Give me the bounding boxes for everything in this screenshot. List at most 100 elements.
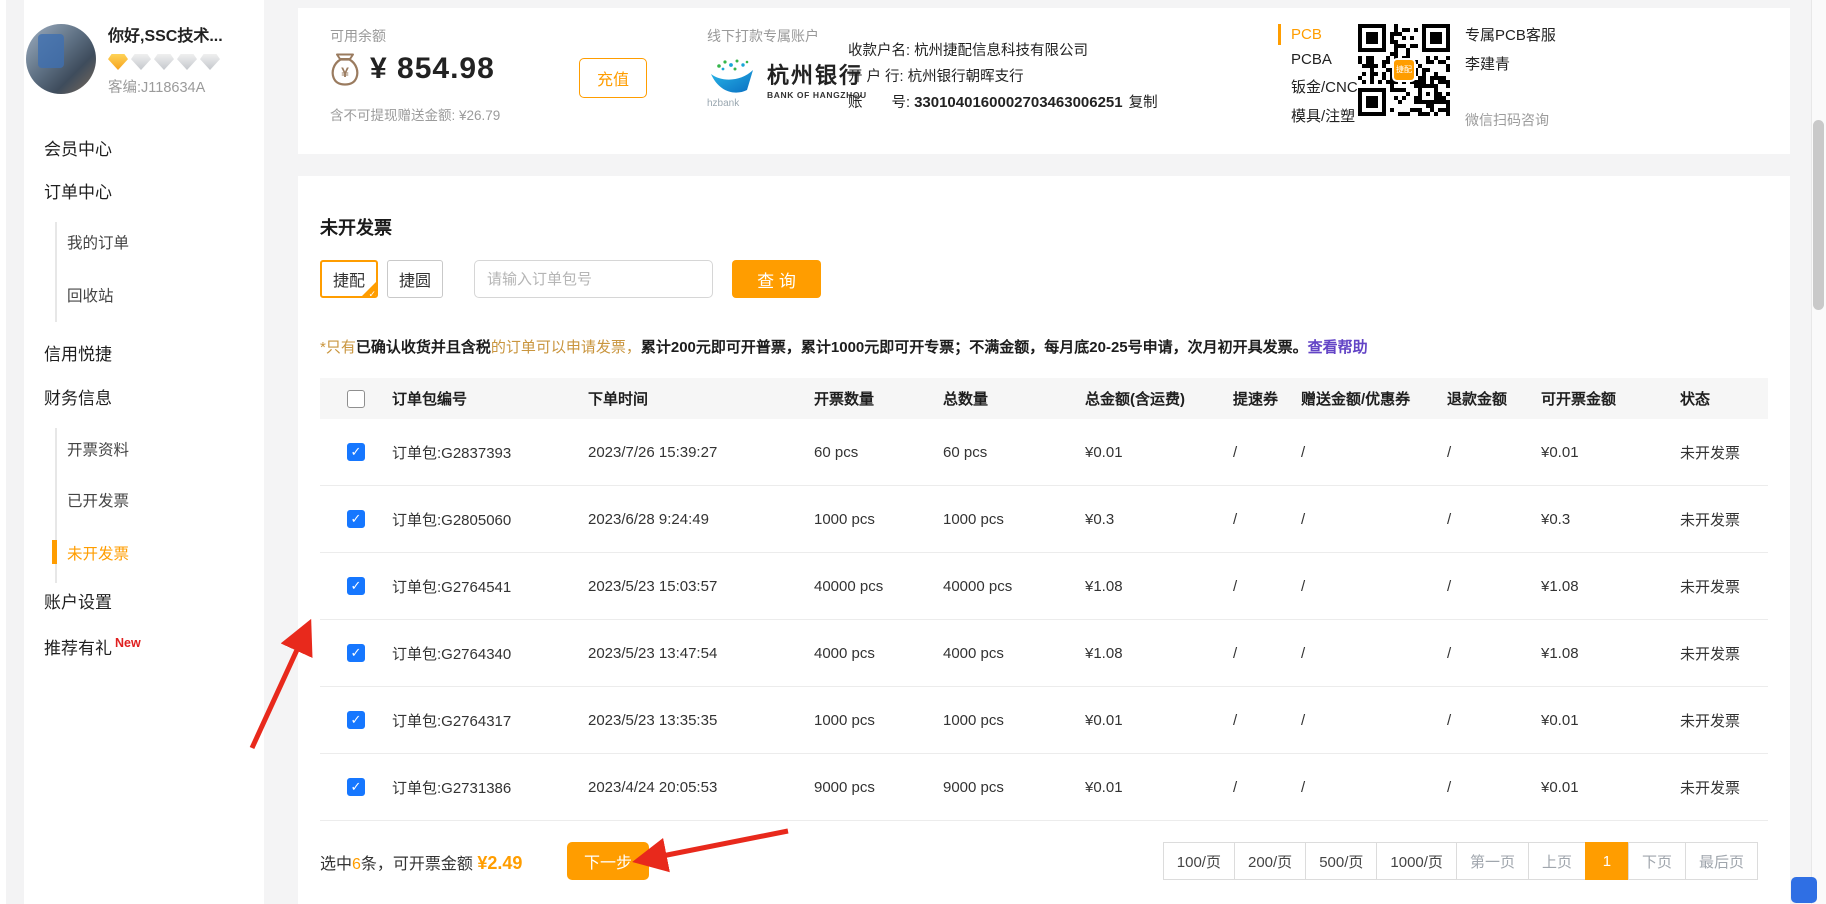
cell-total-amount: ¥0.3	[1083, 511, 1231, 528]
col-gift-coupon: 赠送金额/优惠券	[1299, 388, 1445, 409]
prev-page-button[interactable]: 上页	[1528, 842, 1586, 880]
sidebar-item-my-orders[interactable]: 我的订单	[67, 231, 129, 253]
balance-label: 可用余额	[330, 26, 386, 46]
cell-refund: /	[1445, 578, 1539, 595]
row-checkbox[interactable]	[347, 778, 365, 796]
cell-refund: /	[1445, 712, 1539, 729]
cell-speed-coupon: /	[1231, 578, 1299, 595]
uninvoiced-table: 订单包编号 下单时间 开票数量 总数量 总金额(含运费) 提速券 赠送金额/优惠…	[320, 378, 1768, 821]
cell-gift-coupon: /	[1299, 578, 1445, 595]
sidebar-item-uninvoiced[interactable]: 未开发票	[67, 542, 129, 564]
row-checkbox[interactable]	[347, 510, 365, 528]
query-button[interactable]: 查 询	[732, 260, 821, 298]
cell-order-time: 2023/6/28 9:24:49	[586, 511, 812, 528]
cell-invoice-qty: 40000 pcs	[812, 578, 941, 595]
page-title: 未开发票	[320, 214, 392, 240]
avatar[interactable]	[26, 24, 96, 94]
sidebar-item-recycle-bin[interactable]: 回收站	[67, 284, 114, 306]
account-no-label: 账 号:	[848, 95, 910, 111]
cell-refund: /	[1445, 444, 1539, 461]
page-size-500[interactable]: 500/页	[1305, 842, 1377, 880]
page-size-1000[interactable]: 1000/页	[1376, 842, 1457, 880]
col-package: 订单包编号	[390, 388, 586, 409]
view-help-link[interactable]: 查看帮助	[1308, 339, 1368, 356]
cell-gift-coupon: /	[1299, 712, 1445, 729]
page-size-200[interactable]: 200/页	[1234, 842, 1306, 880]
table-row: 订单包:G2731386 2023/4/24 20:05:53 9000 pcs…	[320, 754, 1768, 821]
tab-jiyuan[interactable]: 捷圆	[387, 260, 443, 298]
scrollbar-thumb[interactable]	[1813, 120, 1824, 310]
row-checkbox[interactable]	[347, 711, 365, 729]
active-item-indicator	[52, 540, 57, 564]
cell-total-qty: 1000 pcs	[941, 712, 1083, 729]
recharge-button[interactable]: 充值	[579, 58, 647, 98]
cell-total-amount: ¥0.01	[1083, 444, 1231, 461]
current-page-1[interactable]: 1	[1585, 842, 1629, 880]
cell-invoiceable: ¥0.01	[1539, 712, 1678, 729]
service-tab-pcb[interactable]: PCB	[1278, 24, 1358, 45]
cell-total-qty: 9000 pcs	[941, 779, 1083, 796]
page-size-100[interactable]: 100/页	[1163, 842, 1235, 880]
notice-seg1: *只有	[320, 339, 356, 356]
service-tab-sheetmetal-cnc[interactable]: 钣金/CNC	[1278, 74, 1358, 99]
user-greeting: 你好,SSC技术...	[108, 22, 256, 46]
page-scrollbar[interactable]	[1811, 0, 1826, 904]
cell-invoice-qty: 60 pcs	[812, 444, 941, 461]
bank-of-hangzhou-logo-icon	[707, 56, 759, 96]
cell-invoice-qty: 1000 pcs	[812, 712, 941, 729]
bank-logo: hzbank 杭州银行 BANK OF HANGZHOU	[707, 56, 867, 109]
cell-package: 订单包:G2764541	[390, 576, 586, 597]
cell-speed-coupon: /	[1231, 444, 1299, 461]
col-total-amount: 总金额(含运费)	[1083, 388, 1231, 409]
table-row: 订单包:G2764340 2023/5/23 13:47:54 4000 pcs…	[320, 620, 1768, 687]
cell-speed-coupon: /	[1231, 511, 1299, 528]
tab-jiepei[interactable]: 捷配	[320, 260, 378, 298]
cell-status: 未开发票	[1678, 710, 1768, 731]
copy-account-link[interactable]: 复制	[1129, 95, 1158, 111]
sidebar-item-finance-info[interactable]: 财务信息	[44, 384, 112, 409]
sidebar: 你好,SSC技术... 客编:J118634A 会员中心 订单中心 我的订单 回…	[0, 0, 264, 904]
floating-widget[interactable]	[1791, 877, 1817, 903]
col-status: 状态	[1678, 388, 1768, 409]
notice-seg4: 累计200元即可开普票，累计1000元即可开专票；不满金额，每月底20-25号申…	[641, 339, 1308, 356]
service-tab-pcba[interactable]: PCBA	[1278, 49, 1358, 70]
order-package-search-input[interactable]	[474, 260, 713, 298]
cell-package: 订单包:G2837393	[390, 442, 586, 463]
bank-account-details: 收款户名: 杭州捷配信息科技有限公司 开 户 行: 杭州银行朝晖支行 账 号: …	[848, 38, 1158, 116]
diamond-silver-icon	[200, 53, 220, 70]
row-checkbox[interactable]	[347, 443, 365, 461]
cell-total-amount: ¥1.08	[1083, 578, 1231, 595]
cell-order-time: 2023/5/23 13:35:35	[586, 712, 812, 729]
sidebar-item-account-settings[interactable]: 账户设置	[44, 588, 112, 613]
notice-seg2: 已确认收货并且含税	[356, 339, 491, 356]
cell-package: 订单包:G2805060	[390, 509, 586, 530]
cell-invoiceable: ¥1.08	[1539, 645, 1678, 662]
next-page-button[interactable]: 下页	[1628, 842, 1686, 880]
balance-amount: ¥ 854.98	[370, 52, 495, 86]
selected-amount: ¥2.49	[477, 853, 522, 873]
service-category-list: PCB PCBA 钣金/CNC 模具/注塑	[1278, 24, 1358, 132]
row-checkbox[interactable]	[347, 644, 365, 662]
col-invoice-qty: 开票数量	[812, 388, 941, 409]
sidebar-item-referral[interactable]: 推荐有礼New	[44, 634, 141, 659]
row-checkbox[interactable]	[347, 577, 365, 595]
col-speed-coupon: 提速券	[1231, 388, 1299, 409]
sidebar-item-invoice-profile[interactable]: 开票资料	[67, 438, 129, 460]
sidebar-item-order-center[interactable]: 订单中心	[44, 178, 112, 203]
membership-level-diamonds	[108, 53, 256, 70]
select-all-checkbox[interactable]	[347, 390, 365, 408]
service-tab-mold-injection[interactable]: 模具/注塑	[1278, 103, 1358, 128]
next-step-button[interactable]: 下一步	[567, 842, 649, 880]
sidebar-item-invoiced[interactable]: 已开发票	[67, 489, 129, 511]
sidebar-item-member-center[interactable]: 会员中心	[44, 135, 112, 160]
sidebar-item-credit[interactable]: 信用悦捷	[44, 340, 112, 365]
first-page-button[interactable]: 第一页	[1456, 842, 1529, 880]
offline-account-label: 线下打款专属账户	[707, 26, 867, 46]
table-row: 订单包:G2837393 2023/7/26 15:39:27 60 pcs 6…	[320, 419, 1768, 486]
cell-order-time: 2023/7/26 15:39:27	[586, 444, 812, 461]
diamond-silver-icon	[154, 53, 174, 70]
last-page-button[interactable]: 最后页	[1685, 842, 1758, 880]
hzbank-caption: hzbank	[707, 98, 759, 109]
invoice-rules-notice: *只有已确认收货并且含税的订单可以申请发票，累计200元即可开普票，累计1000…	[320, 336, 1368, 357]
cell-status: 未开发票	[1678, 777, 1768, 798]
